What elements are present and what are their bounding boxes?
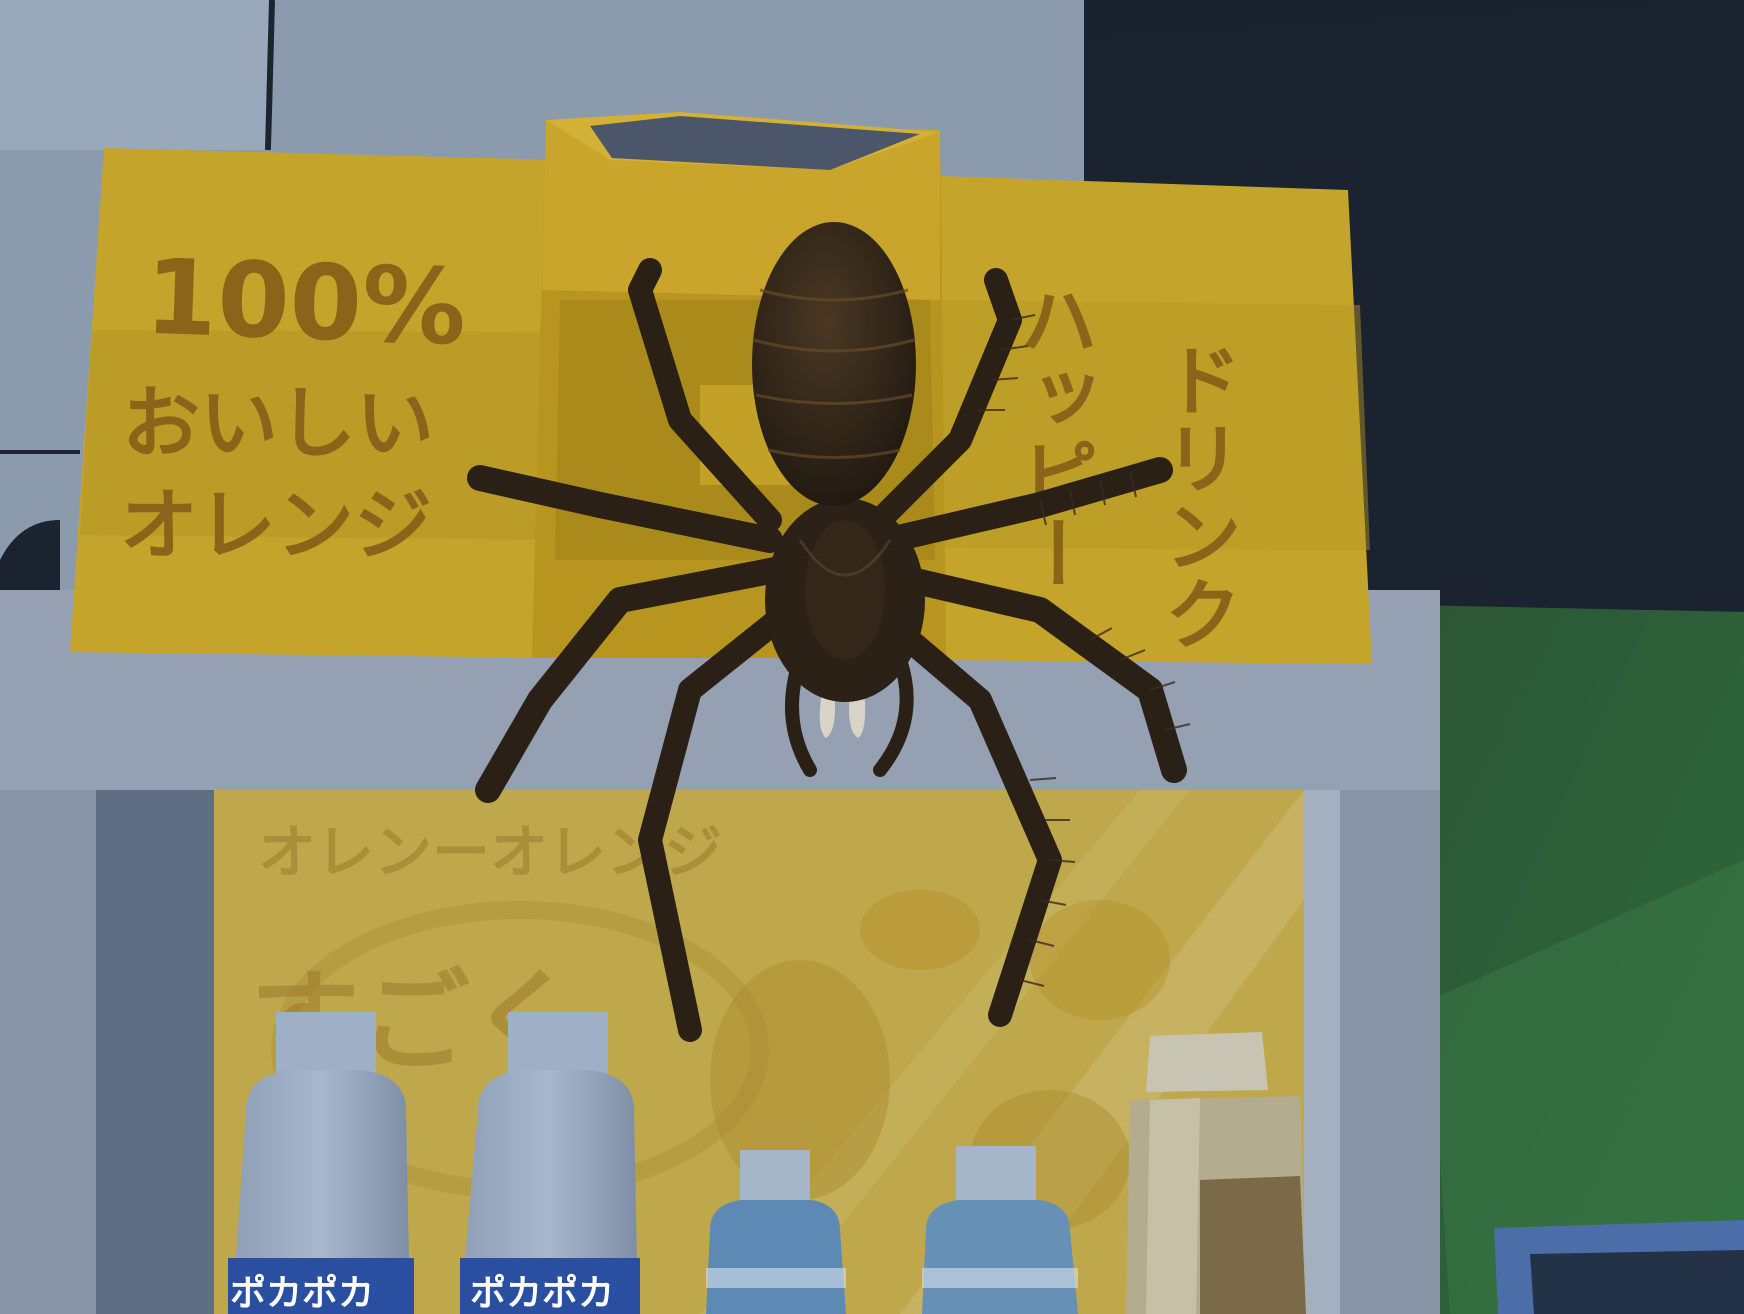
left-sign-line2: おいしい (122, 379, 434, 469)
right-sign-col2: ドリンク (1151, 340, 1241, 652)
left-sign: 100% おいしい オレンジ (70, 148, 560, 658)
right-sign-col1: ハッピー (1007, 280, 1097, 592)
left-sign-line1: 100% (143, 236, 468, 369)
bottle-2-label: ポカポカ (470, 1272, 614, 1314)
bottle-1-label: ポカポカ (230, 1272, 374, 1314)
blue-crate (1494, 1220, 1744, 1314)
game-scene: 100% おいしい オレンジ ハッピー ドリンク オレンーオレンジ すごく ポカ… (0, 0, 1744, 1314)
left-sign-line3: オレンジ (120, 481, 432, 571)
